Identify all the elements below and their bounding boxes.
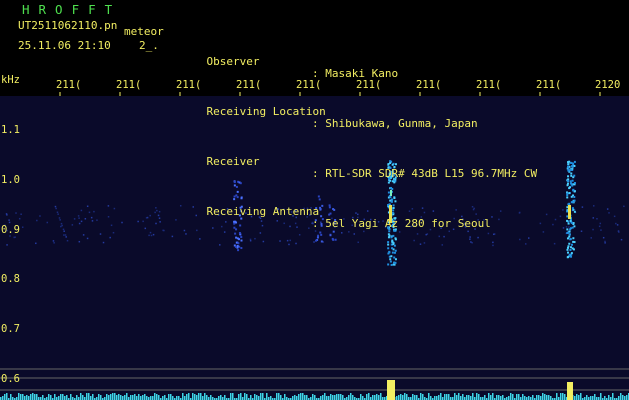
info-row: Observer : Masaki Kano [180, 44, 399, 80]
info-row: Receiving Antenna : 5el Yagi Az 280 for … [180, 194, 491, 230]
x-tick-label: 211( [416, 79, 442, 91]
app-name: HROFFT [22, 2, 122, 17]
page-indicator: 2_. [139, 39, 159, 52]
y-axis-unit: kHz [1, 74, 20, 86]
x-tick-label: 211( [476, 79, 502, 91]
x-tick-marks [59, 92, 601, 96]
x-tick-label: 2120 [595, 79, 621, 91]
info-block: Observer : Masaki Kano Receiving Locatio… [180, 6, 538, 230]
x-tick-label: 211( [356, 79, 382, 91]
type-label: meteor [124, 25, 164, 38]
y-tick-label: 0.6 [1, 373, 20, 385]
x-tick-label: 211( [116, 79, 142, 91]
info-key: Observer [206, 55, 260, 68]
info-key: Receiving Location [206, 105, 326, 118]
y-tick-label: 0.9 [1, 224, 20, 236]
info-value: : RTL-SDR SDR# 43dB L15 96.7MHz CW [312, 167, 538, 180]
info-value: : 5el Yagi Az 280 for Seoul [312, 217, 491, 230]
info-value: : Shibukawa, Gunma, Japan [312, 117, 478, 130]
y-tick-label: 1.1 [1, 124, 20, 136]
x-tick-label: 211( [296, 79, 322, 91]
info-row: Receiver : RTL-SDR SDR# 43dB L15 96.7MHz… [180, 144, 538, 180]
y-tick-label: 0.8 [1, 273, 20, 285]
info-key: Receiver [206, 155, 260, 168]
x-tick-label: 211( [176, 79, 202, 91]
x-tick-label: 211( [236, 79, 262, 91]
datetime: 25.11.06 21:10 [18, 39, 111, 52]
x-tick-label: 211( [536, 79, 562, 91]
y-tick-label: 1.0 [1, 174, 20, 186]
x-tick-label: 211( [56, 79, 82, 91]
y-tick-label: 0.7 [1, 323, 20, 335]
info-key: Receiving Antenna [206, 205, 320, 218]
file-name: UT2511062110.pn [18, 19, 118, 32]
